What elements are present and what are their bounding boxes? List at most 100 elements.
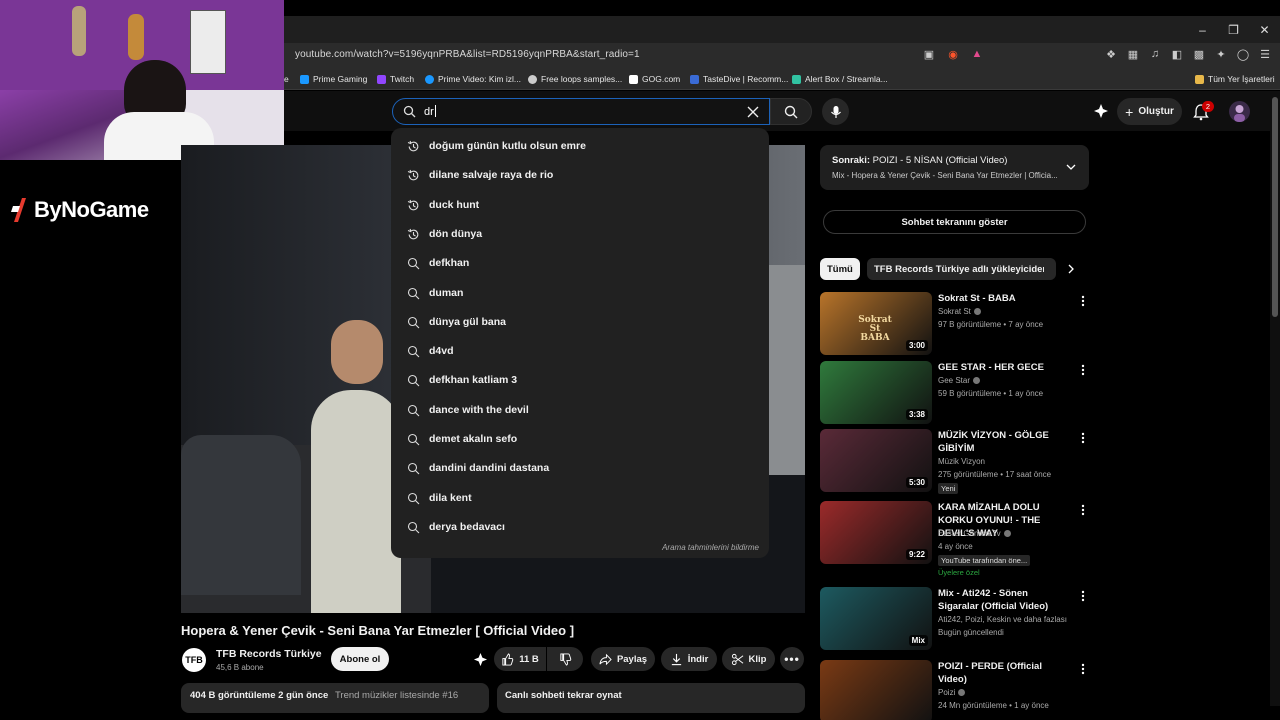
account-avatar[interactable]: [1229, 101, 1250, 122]
vpn-icon[interactable]: ◯: [1236, 48, 1250, 61]
report-predictions-link[interactable]: Arama tahminlerini bildirme: [662, 543, 759, 552]
search-query[interactable]: dr: [424, 105, 436, 118]
suggestion-item[interactable]: doğum günün kutlu olsun emre: [391, 132, 769, 161]
suggestion-item[interactable]: dünya gül bana: [391, 308, 769, 337]
video-thumbnail[interactable]: Mix: [820, 587, 932, 650]
suggestion-item[interactable]: d4vd: [391, 337, 769, 366]
more-vertical-icon[interactable]: [1079, 503, 1087, 517]
brave-rewards-icon[interactable]: ▲: [970, 48, 984, 61]
recommendation-title[interactable]: GEE STAR - HER GECE: [938, 361, 1068, 374]
recommendation-card[interactable]: 3:38 GEE STAR - HER GECE Gee Star 59 B görü…: [820, 361, 1089, 427]
sidebar-icon[interactable]: ◧: [1170, 48, 1184, 61]
recommendation-channel[interactable]: Easter GamersTv: [938, 529, 1011, 538]
suggestion-item[interactable]: dandini dandini dastana: [391, 454, 769, 483]
wallet-icon[interactable]: ▩: [1192, 48, 1206, 61]
ai-sparkle-icon[interactable]: [473, 652, 488, 667]
search-icon: [407, 287, 420, 300]
more-vertical-icon[interactable]: [1079, 662, 1087, 676]
video-thumbnail[interactable]: 9:22: [820, 501, 932, 564]
extensions-icon[interactable]: ❖: [1104, 48, 1118, 61]
subscribe-button[interactable]: Abone ol: [331, 647, 389, 671]
recommendation-title[interactable]: Mix - Ati242 - Sönen Sigaralar (Official…: [938, 587, 1068, 613]
minimize-icon[interactable]: –: [1187, 16, 1218, 43]
chip-more[interactable]: [1044, 258, 1056, 280]
suggestion-item[interactable]: defkhan katliam 3: [391, 366, 769, 395]
suggestion-item[interactable]: dön dünya: [391, 220, 769, 249]
recommendation-card[interactable]: 5:30 MÜZİK VİZYON - GÖLGE GİBİYİM Müzik Vi…: [820, 429, 1089, 495]
bookmark-item[interactable]: Prime Video: Kim izl...: [425, 74, 521, 84]
show-chat-button[interactable]: Sohbet tekranını göster: [823, 210, 1086, 234]
more-actions-button[interactable]: •••: [780, 647, 804, 671]
recommendation-channel[interactable]: Ati242, Poizi, Keskin ve daha fazlası: [938, 615, 1067, 624]
chevron-right-icon[interactable]: [1064, 262, 1078, 276]
cast-icon[interactable]: ▣: [922, 48, 936, 61]
restore-icon[interactable]: ❐: [1218, 16, 1249, 43]
download-button[interactable]: İndir: [661, 647, 717, 671]
video-thumbnail[interactable]: Sokrat St BABA 3:00: [820, 292, 932, 355]
bookmark-item[interactable]: Prime Gaming: [300, 74, 367, 84]
chip-uploader[interactable]: TFB Records Türkiye adlı yükleyiciden: [867, 258, 1056, 280]
suggestion-item[interactable]: demet akalın sefo: [391, 425, 769, 454]
music-icon[interactable]: ♫: [1148, 48, 1162, 61]
recommendation-card[interactable]: POIZI - PERDE (Official Video) Poizi 24 Mn…: [820, 660, 1089, 720]
brave-shield-icon[interactable]: ◉: [946, 48, 960, 61]
chip-all[interactable]: Tümü: [820, 258, 860, 280]
description-box[interactable]: 404 B görüntüleme 2 gün önce Trend müzik…: [181, 683, 489, 713]
clear-search-button[interactable]: [743, 102, 763, 122]
address-bar[interactable]: youtube.com/watch?v=5196yqnPRBA&list=RD5…: [284, 43, 1280, 69]
url-text[interactable]: youtube.com/watch?v=5196yqnPRBA&list=RD5…: [295, 49, 640, 60]
video-thumbnail[interactable]: 5:30: [820, 429, 932, 492]
suggestion-item[interactable]: duman: [391, 279, 769, 308]
share-button[interactable]: Paylaş: [591, 647, 655, 671]
more-vertical-icon[interactable]: [1079, 589, 1087, 603]
recommendation-card[interactable]: Sokrat St BABA 3:00 Sokrat St - BABA Sokrat…: [820, 292, 1089, 358]
suggestion-item[interactable]: dila kent: [391, 484, 769, 513]
more-vertical-icon[interactable]: [1079, 294, 1087, 308]
recommendation-channel[interactable]: Müzik Vizyon: [938, 457, 985, 466]
more-vertical-icon[interactable]: [1079, 363, 1087, 377]
bookmark-item[interactable]: Twitch: [377, 74, 414, 84]
voice-search-button[interactable]: [822, 98, 849, 125]
bookmark-item[interactable]: Free loops samples...: [528, 74, 622, 84]
suggestion-item[interactable]: dance with the devil: [391, 396, 769, 425]
recommendation-channel[interactable]: Poizi: [938, 688, 966, 697]
bookmark-item[interactable]: GOG.com: [629, 74, 680, 84]
video-thumbnail[interactable]: [820, 660, 932, 720]
bookmark-item[interactable]: TasteDive | Recomm...: [690, 74, 788, 84]
leo-ai-icon[interactable]: ✦: [1214, 48, 1228, 61]
suggestion-item[interactable]: defkhan: [391, 249, 769, 278]
suggestion-item[interactable]: derya bedavacı: [391, 513, 769, 542]
search-input[interactable]: dr: [392, 98, 770, 125]
recommendation-channel[interactable]: Sokrat St: [938, 307, 981, 316]
video-title: Hopera & Yener Çevik - Seni Bana Yar Etm…: [181, 623, 575, 638]
bookmark-item[interactable]: Alert Box / Streamla...: [792, 74, 888, 84]
chevron-down-icon[interactable]: [1065, 161, 1077, 173]
create-button[interactable]: + Oluştur: [1117, 98, 1182, 125]
channel-name[interactable]: TFB Records Türkiye: [216, 648, 322, 660]
recommendation-card[interactable]: 9:22 KARA MİZAHLA DOLU KORKU OYUNU! - THE…: [820, 501, 1089, 577]
recommendation-title[interactable]: POIZI - PERDE (Official Video): [938, 660, 1068, 686]
ai-sparkle-icon[interactable]: [1093, 103, 1109, 119]
close-icon[interactable]: ✕: [1249, 16, 1280, 43]
screenshot-icon[interactable]: ▦: [1126, 48, 1140, 61]
recommendation-card[interactable]: Mix Mix - Ati242 - Sönen Sigaralar (Offic…: [820, 587, 1089, 653]
search-button[interactable]: [770, 98, 812, 125]
like-button[interactable]: 11 B: [494, 647, 546, 671]
suggestion-item[interactable]: dilane salvaje raya de rio: [391, 161, 769, 190]
video-thumbnail[interactable]: 3:38: [820, 361, 932, 424]
menu-icon[interactable]: ☰: [1258, 48, 1272, 61]
scrollbar-thumb[interactable]: [1272, 97, 1278, 317]
all-bookmarks[interactable]: Tüm Yer İşaretleri: [1195, 74, 1275, 84]
clip-button[interactable]: Klip: [722, 647, 775, 671]
mix-playlist-panel[interactable]: Sonraki: POIZI - 5 NİSAN (Official Video…: [820, 145, 1089, 190]
suggestion-item[interactable]: duck hunt: [391, 191, 769, 220]
page-scrollbar[interactable]: [1270, 91, 1280, 706]
more-vertical-icon[interactable]: [1079, 431, 1087, 445]
recommendation-channel[interactable]: Gee Star: [938, 376, 981, 385]
channel-avatar[interactable]: TFB: [182, 648, 206, 672]
recommendation-title[interactable]: Sokrat St - BABA: [938, 292, 1068, 305]
bookmark-item[interactable]: e: [284, 74, 289, 84]
live-chat-replay[interactable]: Canlı sohbeti tekrar oynat: [497, 683, 805, 713]
recommendation-title[interactable]: MÜZİK VİZYON - GÖLGE GİBİYİM: [938, 429, 1068, 455]
dislike-button[interactable]: [547, 647, 583, 671]
